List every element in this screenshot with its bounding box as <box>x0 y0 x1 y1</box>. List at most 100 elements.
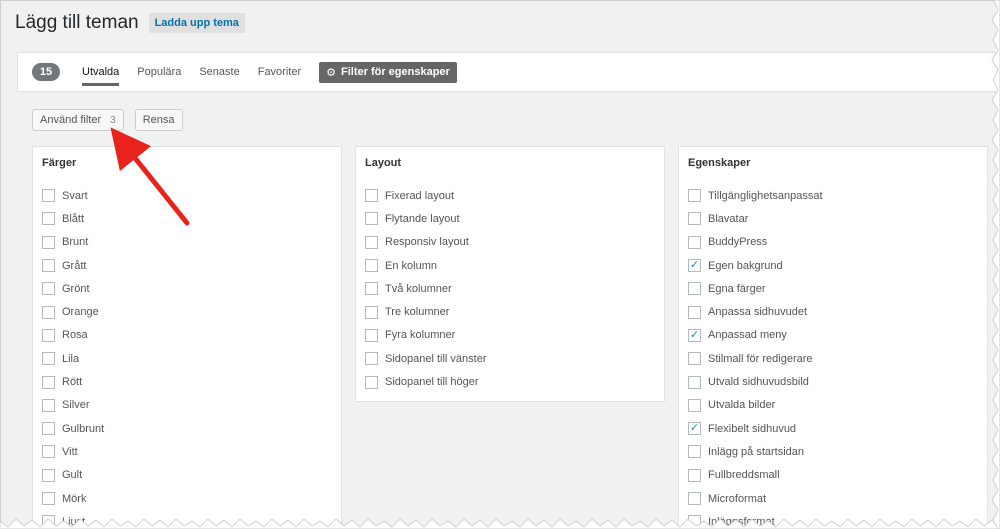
filter-option[interactable]: Blavatar <box>679 207 987 230</box>
tab-latest[interactable]: Senaste <box>199 62 239 82</box>
checkbox[interactable] <box>42 328 55 342</box>
filter-option[interactable]: Mörk <box>33 487 341 510</box>
checkbox[interactable] <box>688 492 701 505</box>
checkbox[interactable] <box>688 398 701 412</box>
filter-option[interactable]: Vitt <box>33 440 341 463</box>
filter-option[interactable]: Silver <box>33 394 341 417</box>
checkbox[interactable] <box>42 212 55 226</box>
feature-filter-button[interactable]: ⚙ Filter för egenskaper <box>319 61 457 83</box>
checkbox-checked[interactable]: ✓ <box>688 259 701 273</box>
filter-option[interactable]: Brunt <box>33 231 341 254</box>
filter-option[interactable]: Svart <box>33 184 341 207</box>
theme-count-badge: 15 <box>32 63 60 81</box>
filter-group-title: Egenskaper <box>688 157 751 169</box>
filter-option[interactable]: Utvald sidhuvudsbild <box>679 370 987 393</box>
checkbox[interactable] <box>688 445 701 459</box>
filter-option[interactable]: Gulbrunt <box>33 417 341 440</box>
checkbox[interactable] <box>42 422 55 436</box>
filter-option[interactable]: Fullbreddsmall <box>679 464 987 487</box>
checkbox[interactable] <box>688 352 701 366</box>
checkbox-checked[interactable]: ✓ <box>688 328 701 342</box>
apply-filter-button[interactable]: Använd filter 3 <box>32 109 124 131</box>
checkbox[interactable] <box>365 212 378 226</box>
checkbox[interactable] <box>688 375 701 389</box>
filter-option[interactable]: ✓ Flexibelt sidhuvud <box>679 417 987 440</box>
tab-featured[interactable]: Utvalda <box>82 62 120 86</box>
checkbox[interactable] <box>42 189 55 203</box>
checkbox[interactable] <box>42 352 55 366</box>
tab-popular[interactable]: Populära <box>137 62 181 82</box>
filter-option[interactable]: Utvalda bilder <box>679 394 987 417</box>
filter-option[interactable]: Inlägg på startsidan <box>679 440 987 463</box>
filter-option-label: Gult <box>62 469 83 482</box>
filter-option[interactable]: Grått <box>33 254 341 277</box>
checkbox[interactable] <box>365 352 378 366</box>
checkbox[interactable] <box>42 445 55 459</box>
filter-option[interactable]: Tre kolumner <box>356 300 664 323</box>
checkbox[interactable] <box>365 282 378 296</box>
checkbox[interactable] <box>42 235 55 249</box>
filter-option[interactable]: Anpassa sidhuvudet <box>679 300 987 323</box>
filter-option[interactable]: Responsiv layout <box>356 231 664 254</box>
filter-option[interactable]: Sidopanel till vänster <box>356 347 664 370</box>
filter-option[interactable]: Egna färger <box>679 277 987 300</box>
filter-option[interactable]: Ljust <box>33 510 341 526</box>
checkbox[interactable] <box>365 259 378 273</box>
filter-list: Svart Blått Brunt Grått Grönt Orange Rosa Lila R… <box>33 184 341 526</box>
filter-option[interactable]: BuddyPress <box>679 231 987 254</box>
filter-option[interactable]: Microformat <box>679 487 987 510</box>
checkbox-checked[interactable]: ✓ <box>688 422 701 436</box>
checkbox[interactable] <box>42 282 55 296</box>
filter-option[interactable]: Orange <box>33 300 341 323</box>
checkbox[interactable] <box>365 189 378 203</box>
checkbox[interactable] <box>688 305 701 319</box>
checkbox[interactable] <box>688 515 701 526</box>
filter-option-label: Grått <box>62 259 87 272</box>
filter-option[interactable]: ✓ Anpassad meny <box>679 324 987 347</box>
checkbox[interactable] <box>688 235 701 249</box>
filter-option-label: Utvalda bilder <box>708 399 776 412</box>
filter-option[interactable]: Fixerad layout <box>356 184 664 207</box>
checkbox[interactable] <box>688 212 701 226</box>
checkbox[interactable] <box>42 515 55 526</box>
checkbox[interactable] <box>42 305 55 319</box>
checkbox[interactable] <box>42 375 55 389</box>
filter-option[interactable]: En kolumn <box>356 254 664 277</box>
checkbox[interactable] <box>688 189 701 203</box>
tab-favorites[interactable]: Favoriter <box>258 62 301 82</box>
checkbox[interactable] <box>42 398 55 412</box>
upload-theme-button[interactable]: Ladda upp tema <box>148 13 245 33</box>
checkbox[interactable] <box>42 468 55 482</box>
filter-option[interactable]: Två kolumner <box>356 277 664 300</box>
filter-option[interactable]: Tillgänglighetsanpassat <box>679 184 987 207</box>
filter-option-label: Vitt <box>62 445 78 458</box>
filter-option[interactable]: Stilmall för redigerare <box>679 347 987 370</box>
checkbox[interactable] <box>365 328 378 342</box>
filter-option[interactable]: Rött <box>33 370 341 393</box>
filter-option[interactable]: Rosa <box>33 324 341 347</box>
filter-option[interactable]: Inläggsformat <box>679 510 987 526</box>
filter-option[interactable]: Grönt <box>33 277 341 300</box>
checkbox[interactable] <box>365 375 378 389</box>
filter-option[interactable]: ✓ Egen bakgrund <box>679 254 987 277</box>
checkbox[interactable] <box>42 259 55 273</box>
filter-option[interactable]: Flytande layout <box>356 207 664 230</box>
filter-option-label: Responsiv layout <box>385 236 469 249</box>
filter-option[interactable]: Fyra kolumner <box>356 324 664 347</box>
filter-option[interactable]: Lila <box>33 347 341 370</box>
checkbox[interactable] <box>688 282 701 296</box>
checkbox[interactable] <box>365 305 378 319</box>
checkbox[interactable] <box>42 492 55 505</box>
page-header: Lägg till teman Ladda upp tema <box>15 12 245 34</box>
filter-option-label: Mörk <box>62 492 87 505</box>
checkbox[interactable] <box>688 468 701 482</box>
features-filter-group: Egenskaper Tillgänglighetsanpassat Blavat… <box>678 146 988 526</box>
filter-option-label: Microformat <box>708 492 767 505</box>
filter-actions: Använd filter 3 Rensa <box>32 109 183 131</box>
filter-option[interactable]: Gult <box>33 464 341 487</box>
clear-filter-button[interactable]: Rensa <box>134 109 183 131</box>
checkbox[interactable] <box>365 235 378 249</box>
filter-option[interactable]: Sidopanel till höger <box>356 370 664 393</box>
filter-option-label: Egna färger <box>708 282 766 295</box>
filter-option[interactable]: Blått <box>33 207 341 230</box>
